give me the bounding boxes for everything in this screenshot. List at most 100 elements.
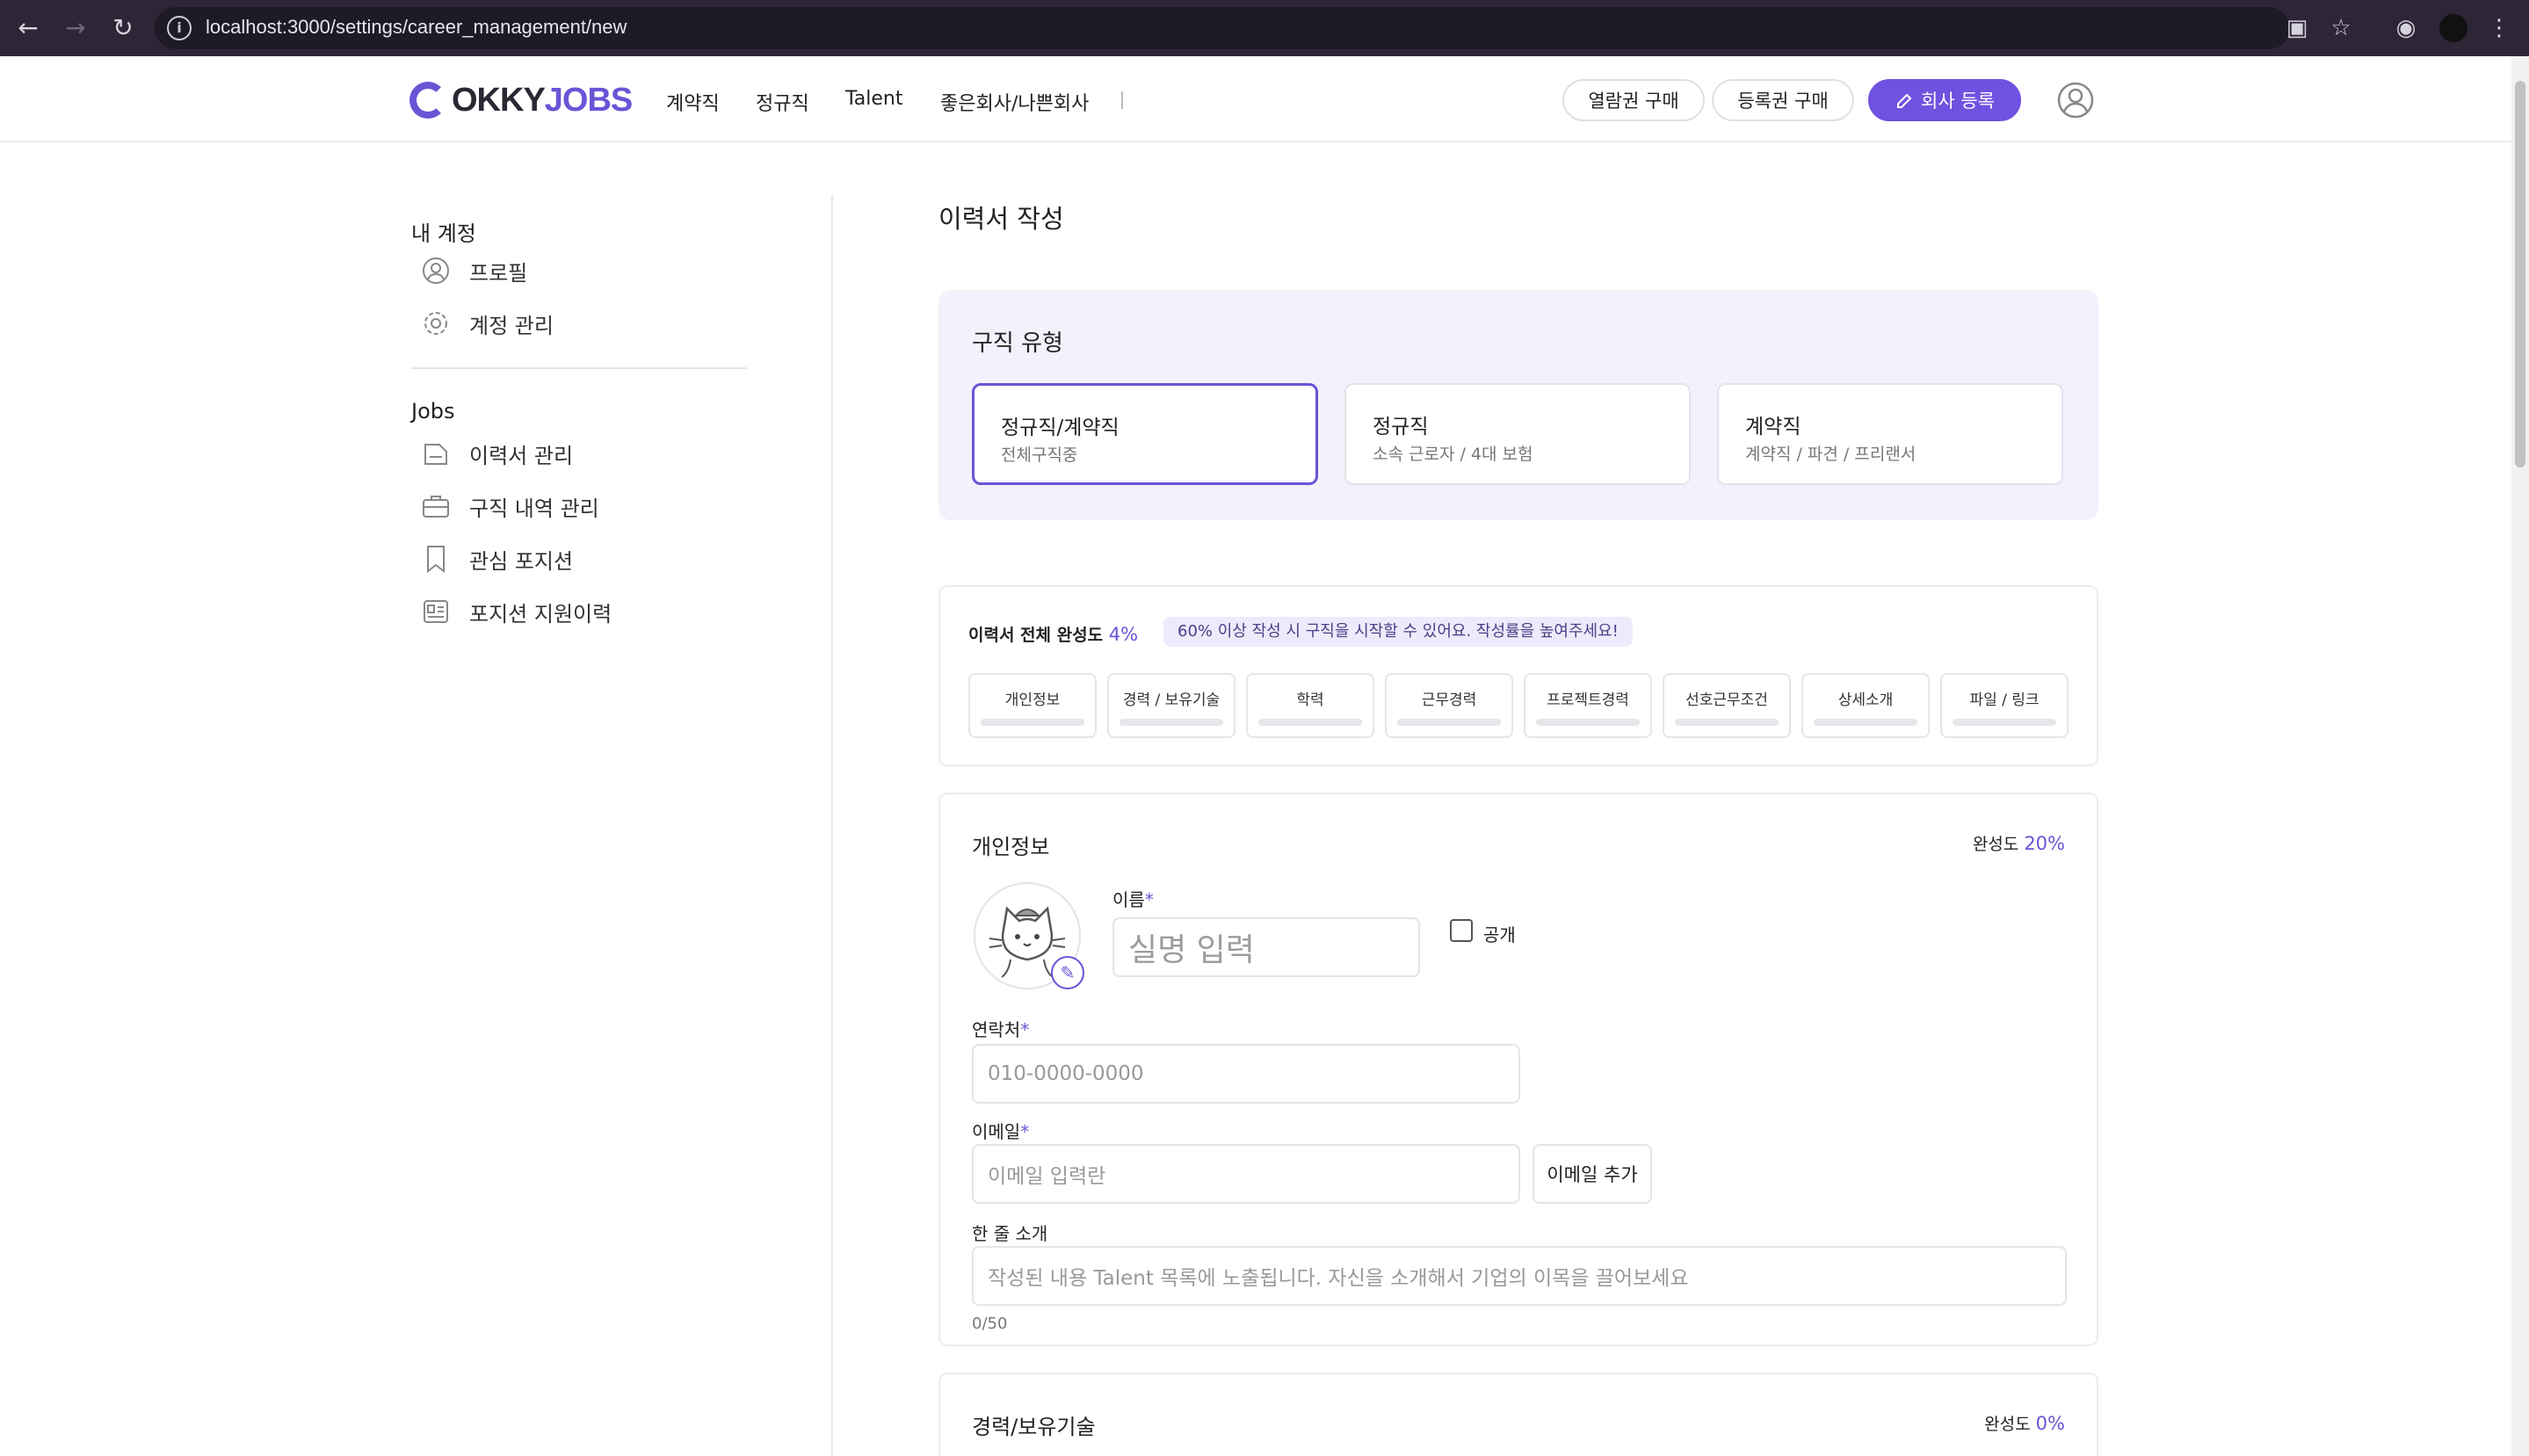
nav-company-review[interactable]: 좋은회사/나쁜회사 <box>940 88 1089 116</box>
sidebar-jobs-heading: Jobs <box>411 399 455 424</box>
sidebar-item-label: 포지션 지원이력 <box>469 601 612 627</box>
required-mark: * <box>1020 1019 1030 1040</box>
intro-input[interactable]: 작성된 내용 Talent 목록에 노출됩니다. 자신을 소개해서 기업의 이목… <box>972 1246 2067 1306</box>
progress-step-preferences[interactable]: 선호근무조건 <box>1663 673 1791 738</box>
email-input[interactable]: 이메일 입력란 <box>972 1144 1520 1204</box>
public-label: 공개 <box>1483 924 1516 945</box>
job-type-option-fulltime[interactable]: 정규직 소속 근로자 / 4대 보험 <box>1344 383 1691 485</box>
job-type-option-all[interactable]: 정규직/계약직 전체구직중 <box>972 383 1318 485</box>
progress-step-details[interactable]: 상세소개 <box>1801 673 1930 738</box>
progress-step-work[interactable]: 근무경력 <box>1385 673 1513 738</box>
intro-char-counter: 0/50 <box>972 1315 1008 1333</box>
progress-step-files[interactable]: 파일 / 링크 <box>1940 673 2069 738</box>
required-mark: * <box>1020 1121 1030 1142</box>
step-label: 개인정보 <box>1004 692 1061 709</box>
job-type-label: 구직 유형 <box>972 330 1063 357</box>
bookmark-icon <box>427 546 445 574</box>
back-arrow-icon[interactable]: ← <box>12 12 44 44</box>
register-company-button[interactable]: 회사 등록 <box>1868 79 2021 121</box>
sidebar-item-resume-management[interactable]: 이력서 관리 <box>420 438 573 469</box>
buy-view-pass-button[interactable]: 열람권 구매 <box>1562 79 1705 121</box>
logo-okky-text: OKKY <box>452 81 546 119</box>
sidebar-item-account-settings[interactable]: 계정 관리 <box>420 308 554 339</box>
personal-completion: 완성도 20% <box>1973 831 2065 855</box>
scrollbar-thumb[interactable] <box>2515 81 2525 467</box>
sidebar-divider <box>411 367 747 369</box>
step-label: 근무경력 <box>1421 692 1477 709</box>
job-type-section: 구직 유형 정규직/계약직 전체구직중 정규직 소속 근로자 / 4대 보험 계… <box>938 290 2098 520</box>
site-info-icon[interactable]: i <box>167 16 192 40</box>
sidebar-item-label: 프로필 <box>469 260 528 286</box>
avatar-edit-pencil-icon[interactable]: ✎ <box>1051 956 1084 989</box>
step-bar <box>981 719 1084 726</box>
register-company-label: 회사 등록 <box>1921 91 1995 112</box>
nav-talent[interactable]: Talent <box>845 88 903 110</box>
option-subtitle: 소속 근로자 / 4대 보험 <box>1373 445 1533 464</box>
okkyjobs-logo[interactable]: OKKY JOBS <box>409 81 633 120</box>
browser-toolbar: ← → ↻ i localhost:3000/settings/career_m… <box>0 0 2529 56</box>
step-bar <box>1258 719 1362 726</box>
forward-arrow-icon[interactable]: → <box>60 12 91 44</box>
step-label: 프로젝트경력 <box>1547 692 1629 709</box>
option-subtitle: 전체구직중 <box>1001 445 1078 465</box>
nav-fulltime[interactable]: 정규직 <box>756 88 809 116</box>
job-type-option-contract[interactable]: 계약직 계약직 / 파견 / 프리랜서 <box>1717 383 2063 485</box>
progress-step-personal[interactable]: 개인정보 <box>968 673 1097 738</box>
step-label: 파일 / 링크 <box>1969 692 2040 709</box>
add-email-button[interactable]: 이메일 추가 <box>1533 1144 1652 1204</box>
nav-divider <box>1121 91 1123 109</box>
resume-progress-section: 이력서 전체 완성도 4% 60% 이상 작성 시 구직을 시작할 수 있어요.… <box>938 585 2098 766</box>
address-bar[interactable]: i localhost:3000/settings/career_managem… <box>155 7 2290 49</box>
sidebar-item-profile[interactable]: 프로필 <box>420 255 527 286</box>
progress-step-skills[interactable]: 경력 / 보유기술 <box>1107 673 1236 738</box>
completion-value: 0% <box>2035 1413 2065 1434</box>
option-title: 정규직 <box>1373 416 1429 438</box>
progress-label-text: 이력서 전체 완성도 <box>968 626 1104 645</box>
step-label: 경력 / 보유기술 <box>1122 692 1221 709</box>
progress-step-projects[interactable]: 프로젝트경력 <box>1524 673 1652 738</box>
install-app-icon[interactable]: ▣ <box>2281 12 2313 44</box>
name-label: 이름* <box>1112 886 1154 911</box>
document-icon <box>424 444 447 465</box>
page-scrollbar[interactable] <box>2511 56 2529 1456</box>
sidebar-item-application-history[interactable]: 포지션 지원이력 <box>420 596 612 627</box>
progress-step-education[interactable]: 학력 <box>1246 673 1374 738</box>
browser-menu-icon[interactable]: ⋮ <box>2487 12 2511 44</box>
browser-profile-avatar[interactable] <box>2439 14 2467 42</box>
email-label-text: 이메일 <box>972 1121 1021 1142</box>
step-label: 상세소개 <box>1837 692 1894 709</box>
completion-label: 완성도 <box>1972 835 2019 854</box>
completion-value: 20% <box>2024 833 2065 854</box>
user-circle-icon <box>423 257 449 284</box>
extensions-icon[interactable]: ◉ <box>2390 12 2422 44</box>
name-input[interactable]: 실명 입력 <box>1112 917 1420 977</box>
step-bar <box>1120 719 1223 726</box>
sidebar-main-divider <box>831 195 833 1456</box>
phone-label-text: 연락처 <box>972 1019 1021 1040</box>
email-label: 이메일* <box>972 1118 1029 1143</box>
user-account-icon[interactable] <box>2056 81 2095 120</box>
step-bar <box>1953 719 2056 726</box>
phone-label: 연락처* <box>972 1016 1029 1041</box>
career-completion: 완성도 0% <box>1984 1411 2065 1435</box>
id-card-icon <box>424 600 448 623</box>
progress-label: 이력서 전체 완성도 4% <box>968 622 1138 646</box>
reload-icon[interactable]: ↻ <box>107 12 139 44</box>
completion-label: 완성도 <box>1984 1415 2031 1434</box>
public-checkbox[interactable] <box>1450 919 1473 942</box>
step-label: 선호근무조건 <box>1685 692 1768 709</box>
step-bar <box>1675 719 1779 726</box>
sidebar-item-saved-positions[interactable]: 관심 포지션 <box>420 543 573 575</box>
progress-percent: 4% <box>1108 624 1139 645</box>
bookmark-star-icon[interactable]: ☆ <box>2325 12 2357 44</box>
nav-contract[interactable]: 계약직 <box>666 88 720 116</box>
page-title: 이력서 작성 <box>938 204 1064 234</box>
phone-input[interactable]: 010-0000-0000 <box>972 1044 1520 1104</box>
intro-label: 한 줄 소개 <box>972 1223 1048 1244</box>
required-mark: * <box>1144 889 1154 910</box>
buy-registration-pass-button[interactable]: 등록권 구매 <box>1712 79 1854 121</box>
sidebar-item-label: 이력서 관리 <box>469 443 574 468</box>
briefcase-icon <box>423 496 449 518</box>
sidebar-item-job-history[interactable]: 구직 내역 관리 <box>420 490 599 522</box>
logo-mark-icon <box>409 82 446 119</box>
